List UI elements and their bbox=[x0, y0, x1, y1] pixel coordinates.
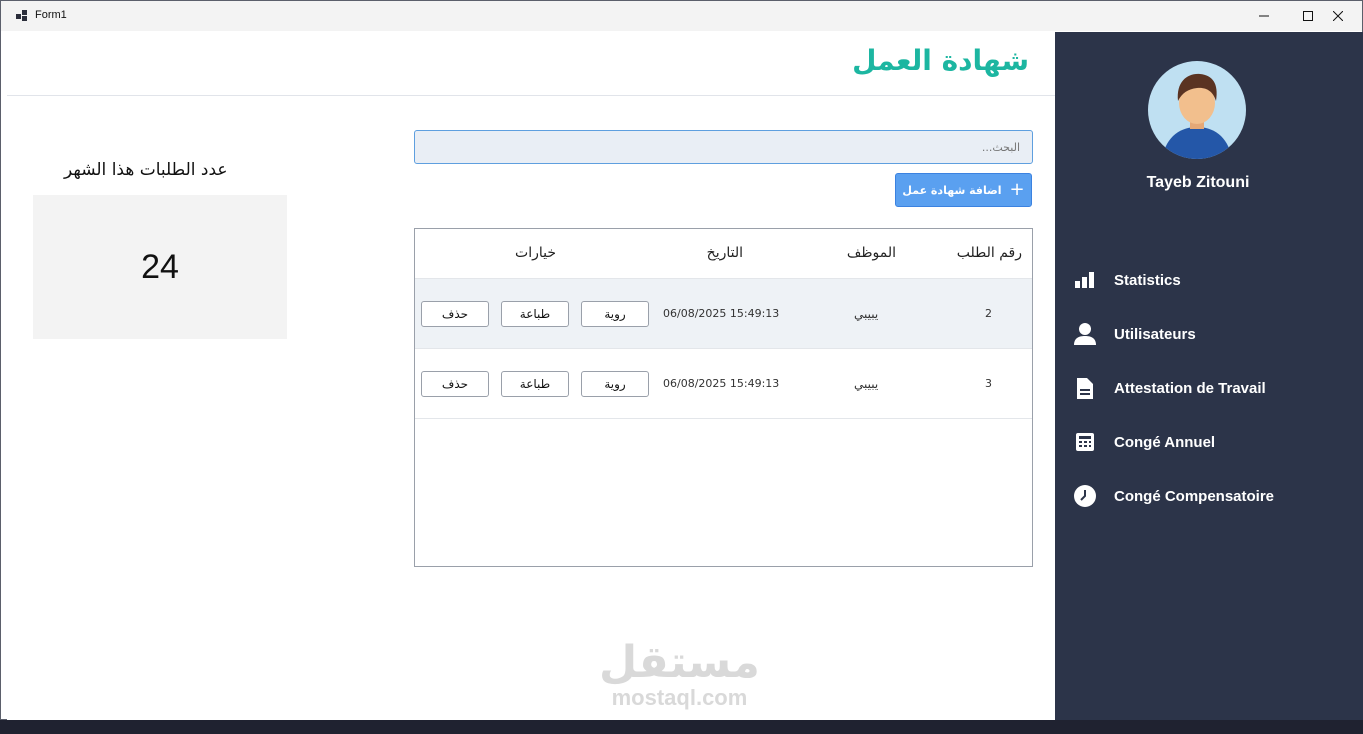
request-id: 3 bbox=[985, 377, 992, 390]
close-button[interactable] bbox=[1315, 1, 1361, 31]
username: Tayeb Zitouni bbox=[1146, 174, 1250, 191]
print-button[interactable]: طباعة bbox=[501, 301, 569, 327]
sidebar-item-conge-compensatoire[interactable]: Congé Compensatoire bbox=[1073, 481, 1353, 511]
monthly-requests-label: عدد الطلبات هذا الشهر bbox=[64, 160, 228, 180]
watermark-latin: mostaql.com bbox=[611, 685, 748, 710]
employee-name: يبيبي bbox=[854, 307, 879, 321]
search-input[interactable] bbox=[415, 131, 1032, 163]
print-button[interactable]: طباعة bbox=[501, 371, 569, 397]
table-row[interactable]: 2 يبيبي 06/08/2025 15:49:13 روية طباعة ح… bbox=[415, 279, 1032, 349]
main-content: شهادة العمل + اضافة شهادة عمل رقم الطلب … bbox=[7, 32, 1055, 720]
search-box[interactable] bbox=[414, 130, 1033, 164]
app-window: Form1 شهادة العمل + اضافة شهادة عمل رقم … bbox=[0, 0, 1363, 721]
sidebar-item-statistics[interactable]: Statistics bbox=[1073, 265, 1353, 295]
sidebar-item-label: Statistics bbox=[1114, 271, 1181, 289]
table-header: رقم الطلب الموظف التاريخ خيارات bbox=[415, 229, 1032, 279]
employee-name: يبيبي bbox=[854, 377, 879, 391]
taskbar bbox=[0, 720, 1363, 734]
add-certificate-label: اضافة شهادة عمل bbox=[902, 183, 1002, 197]
user-icon bbox=[1073, 322, 1097, 346]
calculator-icon bbox=[1073, 430, 1097, 454]
document-icon bbox=[1073, 376, 1097, 400]
column-header-options: خيارات bbox=[515, 245, 556, 261]
watermark-arabic: مستقل bbox=[599, 637, 760, 688]
delete-button[interactable]: حذف bbox=[421, 301, 489, 327]
table-row[interactable]: 3 يبيبي 06/08/2025 15:49:13 روية طباعة ح… bbox=[415, 349, 1032, 419]
bar-chart-icon bbox=[1073, 268, 1097, 292]
view-button[interactable]: روية bbox=[581, 371, 649, 397]
plus-icon: + bbox=[1009, 179, 1025, 200]
watermark: مستقل mostaql.com bbox=[599, 640, 760, 710]
title-bar: Form1 bbox=[1, 1, 1362, 31]
close-icon bbox=[1333, 11, 1343, 21]
sidebar-item-label: Congé Annuel bbox=[1114, 433, 1216, 451]
page-header: شهادة العمل bbox=[7, 32, 1055, 96]
sidebar-item-conge-annuel[interactable]: Congé Annuel bbox=[1073, 427, 1353, 457]
app-icon bbox=[16, 10, 28, 21]
request-date: 06/08/2025 15:49:13 bbox=[663, 307, 780, 320]
column-header-request-number: رقم الطلب bbox=[956, 245, 1022, 261]
sidebar-item-label: Congé Compensatoire bbox=[1114, 487, 1275, 505]
clock-icon bbox=[1073, 484, 1097, 508]
sidebar-item-label: Attestation de Travail bbox=[1114, 379, 1266, 397]
view-button[interactable]: روية bbox=[581, 301, 649, 327]
sidebar: Tayeb Zitouni Statistics Utilisateurs At… bbox=[1055, 32, 1363, 721]
user-avatar-icon bbox=[1162, 73, 1232, 159]
window-title: Form1 bbox=[35, 9, 67, 21]
column-header-employee: الموظف bbox=[846, 245, 896, 261]
column-header-date: التاريخ bbox=[706, 245, 743, 261]
delete-button[interactable]: حذف bbox=[421, 371, 489, 397]
sidebar-item-utilisateurs[interactable]: Utilisateurs bbox=[1073, 319, 1353, 349]
maximize-icon bbox=[1303, 11, 1313, 21]
request-id: 2 bbox=[985, 307, 992, 320]
minimize-icon bbox=[1259, 15, 1269, 17]
page-title: شهادة العمل bbox=[852, 44, 1029, 77]
monthly-requests-card: 24 bbox=[33, 195, 287, 339]
request-date: 06/08/2025 15:49:13 bbox=[663, 377, 780, 390]
sidebar-item-label: Utilisateurs bbox=[1114, 325, 1196, 343]
sidebar-item-attestation[interactable]: Attestation de Travail bbox=[1073, 373, 1353, 403]
add-certificate-button[interactable]: + اضافة شهادة عمل bbox=[895, 173, 1032, 207]
avatar bbox=[1148, 61, 1246, 159]
minimize-button[interactable] bbox=[1241, 1, 1287, 31]
monthly-requests-value: 24 bbox=[141, 247, 179, 286]
requests-table: رقم الطلب الموظف التاريخ خيارات 2 يبيبي … bbox=[414, 228, 1033, 567]
